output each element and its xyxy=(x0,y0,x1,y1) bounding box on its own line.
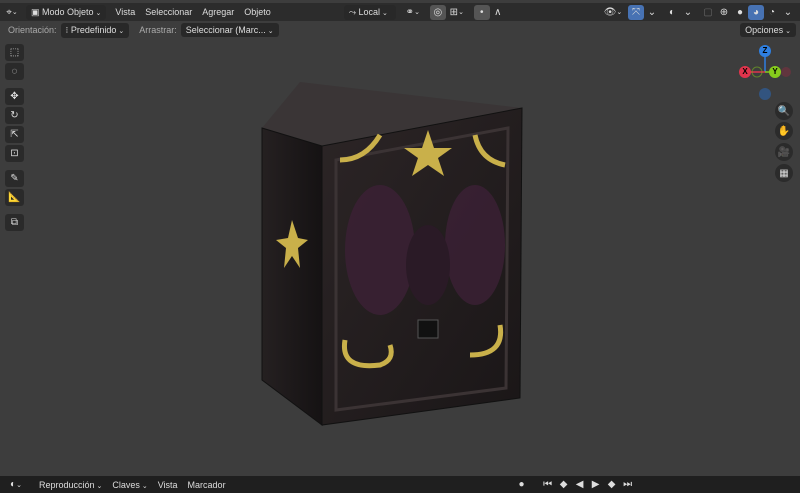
menu-claves-label: Claves xyxy=(112,479,140,490)
drag-label: Arrastrar: xyxy=(139,25,177,35)
annotate-icon[interactable]: ✎ xyxy=(5,170,24,187)
orientation-dropdown[interactable]: ⁝ Predefinido xyxy=(60,22,130,38)
move-icon[interactable]: ✥ xyxy=(5,88,24,105)
menu-marcador[interactable]: Marcador xyxy=(183,478,231,492)
transform-orientation-dropdown[interactable]: ⤳ Local xyxy=(343,4,396,20)
timeline-editor-icon[interactable]: ◐ xyxy=(4,477,28,492)
toolbar: ⬚ ◌ ✥ ↻ ⇱ ⊡ ✎ 📐 ⧉ xyxy=(5,44,25,231)
orientation-value: Predefinido xyxy=(70,24,117,35)
tool-header: Orientación: ⁝ Predefinido Arrastrar: Se… xyxy=(0,21,800,39)
select-box-icon[interactable]: ⬚ xyxy=(5,44,24,61)
gizmo-dropdown-icon[interactable]: ⌄ xyxy=(644,5,660,20)
gizmo-y-axis[interactable]: Y xyxy=(769,66,781,78)
add-cube-icon[interactable]: ⧉ xyxy=(5,214,24,231)
prev-keyframe-icon[interactable]: ◆ xyxy=(556,477,572,492)
pivot-point-icon[interactable]: ⚭ xyxy=(402,5,424,20)
snap-icon[interactable]: ◎ xyxy=(429,4,446,20)
play-icon[interactable]: ▶ xyxy=(588,477,604,492)
pan-hand-icon[interactable]: ✋ xyxy=(775,122,793,140)
xray-icon[interactable]: ▢ xyxy=(700,5,716,20)
menu-objeto[interactable]: Objeto xyxy=(239,5,276,19)
viewport-header: ⌖ ▣ Modo Objeto Vista Seleccionar Agrega… xyxy=(0,3,800,21)
menu-claves[interactable]: Claves xyxy=(107,478,152,492)
wireframe-shading-icon[interactable]: ⊕ xyxy=(716,5,732,20)
scale-icon[interactable]: ⇱ xyxy=(5,126,24,143)
play-reverse-icon[interactable]: ◀ xyxy=(572,477,588,492)
jump-start-icon[interactable]: ⏮ xyxy=(540,477,556,492)
gizmo-x-axis[interactable]: X xyxy=(739,66,751,78)
rendered-shading-icon[interactable]: ◔ xyxy=(764,5,780,20)
menu-reproduccion[interactable]: Reproducción xyxy=(34,478,107,492)
overlays-icon[interactable]: ◐ xyxy=(664,5,680,20)
orientation-label: Orientación: xyxy=(8,25,57,35)
snap-target-icon[interactable]: ⊞ xyxy=(446,5,468,20)
gizmo-z-axis[interactable]: Z xyxy=(759,45,771,57)
options-dropdown[interactable]: Opciones xyxy=(740,23,796,37)
transform-orientation-label: Local xyxy=(358,6,381,17)
timeline-header: ◐ Reproducción Claves Vista Marcador ● ⏮… xyxy=(0,476,800,493)
measure-icon[interactable]: 📐 xyxy=(5,189,24,206)
drag-dropdown[interactable]: Seleccionar (Marc... xyxy=(180,23,279,37)
grid-perspective-icon[interactable]: ▦ xyxy=(775,164,793,182)
material-shading-icon[interactable]: ◕ xyxy=(748,4,764,20)
options-label: Opciones xyxy=(745,25,784,35)
overlays-dropdown-icon[interactable]: ⌄ xyxy=(680,5,696,20)
menu-seleccionar[interactable]: Seleccionar xyxy=(140,5,197,19)
cursor-icon[interactable]: ◌ xyxy=(5,63,24,80)
drag-value: Seleccionar (Marc... xyxy=(185,25,266,35)
shading-dropdown-icon[interactable]: ⌄ xyxy=(780,5,796,20)
visibility-icon[interactable]: 👁 xyxy=(602,5,624,20)
menu-reproduccion-label: Reproducción xyxy=(39,479,95,490)
solid-shading-icon[interactable]: ● xyxy=(732,5,748,20)
chest-model[interactable] xyxy=(261,82,523,426)
navigation-gizmo[interactable]: Z X Y xyxy=(738,44,798,104)
jump-end-icon[interactable]: ⏭ xyxy=(620,477,636,492)
proportional-edit-icon[interactable]: • xyxy=(473,4,490,20)
mode-dropdown[interactable]: ▣ Modo Objeto xyxy=(26,4,107,20)
record-icon[interactable]: ● xyxy=(514,477,530,492)
zoom-icon[interactable]: 🔍 xyxy=(775,102,793,120)
viewport-scene xyxy=(261,82,523,426)
rotate-icon[interactable]: ↻ xyxy=(5,107,24,124)
falloff-icon[interactable]: ∧ xyxy=(490,5,506,20)
menu-vista-timeline[interactable]: Vista xyxy=(153,478,183,492)
mode-label: Modo Objeto xyxy=(42,6,94,17)
next-keyframe-icon[interactable]: ◆ xyxy=(604,477,620,492)
gizmo-toggle-icon[interactable]: ⤧ xyxy=(628,4,644,20)
menu-vista[interactable]: Vista xyxy=(110,5,140,19)
menu-agregar[interactable]: Agregar xyxy=(197,5,239,19)
editor-type-icon[interactable]: ⌖ xyxy=(4,5,20,20)
camera-icon[interactable]: 🎥 xyxy=(775,143,793,161)
transform-icon[interactable]: ⊡ xyxy=(5,145,24,162)
